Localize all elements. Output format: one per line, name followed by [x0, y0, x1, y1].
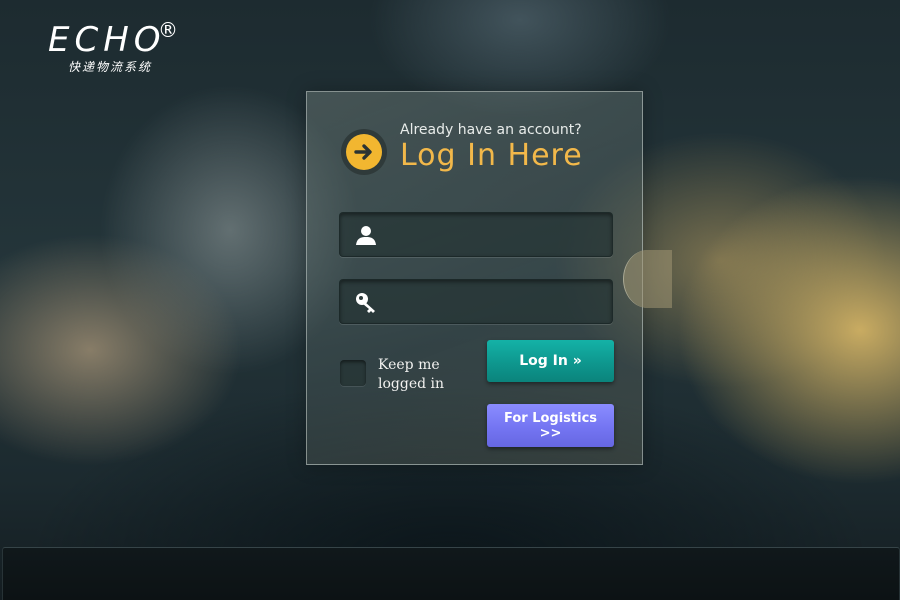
logo-wordmark: ECHO — [48, 20, 166, 60]
login-panel: Already have an account? Log In Here Kee… — [306, 91, 672, 465]
login-button[interactable]: Log In » — [487, 340, 614, 382]
keep-logged-in-label: Keep me logged in — [378, 357, 445, 392]
bottom-taskbar — [2, 547, 900, 600]
arrow-right-circle-icon — [341, 129, 387, 175]
for-logistics-button[interactable]: For Logistics >> — [487, 404, 614, 447]
username-input[interactable] — [388, 221, 602, 249]
keep-logged-in-checkbox[interactable] — [340, 360, 366, 386]
password-input[interactable] — [388, 288, 602, 316]
user-icon — [354, 223, 378, 247]
logo-subtitle: 快递物流系统 — [68, 60, 153, 74]
login-heading: Log In Here — [400, 138, 583, 173]
brand-logo: ECHO ® 快递物流系统 — [48, 18, 178, 75]
registered-mark: ® — [158, 18, 178, 42]
login-prompt: Already have an account? — [400, 122, 582, 138]
password-field[interactable] — [339, 279, 613, 324]
panel-side-notch — [623, 250, 672, 308]
username-field[interactable] — [339, 212, 613, 257]
key-icon — [354, 290, 378, 314]
